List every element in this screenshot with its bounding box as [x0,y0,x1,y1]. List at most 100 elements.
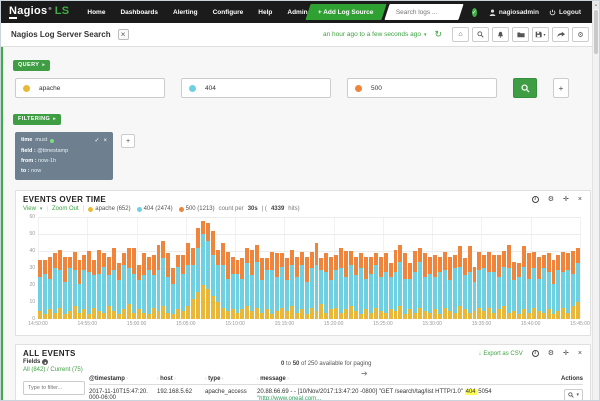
chart-bar[interactable] [310,217,314,319]
nav-item-admin[interactable]: Admin [287,9,307,16]
chart-bar[interactable] [221,217,225,319]
chart-bar[interactable] [97,217,101,319]
chart-bar[interactable] [142,217,146,319]
chart-bar[interactable] [305,217,309,319]
chart-bar[interactable] [87,217,91,319]
chart-bar[interactable] [186,217,190,319]
fields-all-link[interactable]: All (842) [23,367,45,373]
chart-bar[interactable] [537,217,541,319]
chart-bar[interactable] [556,217,560,319]
fields-current-link[interactable]: Current (75) [50,367,82,373]
referrer-link[interactable]: "http://www.oneal.com... [257,396,529,401]
chart-bar[interactable] [275,217,279,319]
chart-bar[interactable] [290,217,294,319]
logout-button[interactable]: Logout [549,9,581,16]
column-header-message[interactable]: ‹ message › [257,376,533,382]
chart-bar[interactable] [270,217,274,319]
chart-bar[interactable] [542,217,546,319]
chart-bar[interactable] [315,217,319,319]
info-icon[interactable]: i [532,196,539,203]
chart-bar[interactable] [127,217,131,319]
chart-bar[interactable] [507,217,511,319]
chart-bar[interactable] [433,217,437,319]
apply-filter-icon[interactable]: ✓ [94,136,99,147]
chart-bar[interactable] [394,217,398,319]
row-actions-button[interactable]: ▾ [564,389,583,401]
chart-bar[interactable] [78,217,82,319]
chart-bar[interactable] [408,217,412,319]
chart-bar[interactable] [354,217,358,319]
chart-bar[interactable] [428,217,432,319]
chart-bar[interactable] [181,217,185,319]
share-button[interactable] [552,27,569,42]
search-button-toolbar[interactable] [472,27,489,42]
chart-bar[interactable] [448,217,452,319]
chart-bar[interactable] [571,217,575,319]
chart-bar[interactable] [157,217,161,319]
close-panel-icon[interactable]: × [578,196,582,203]
legend-item-500[interactable]: 500 (1213) [179,206,215,212]
add-log-source-button[interactable]: + Add Log Source [305,4,386,20]
chart-bar[interactable] [280,217,284,319]
chart-bar[interactable] [58,217,62,319]
time-filter-card[interactable]: time must ✓ × field : @timestampfrom : n… [15,132,113,180]
chart-bar[interactable] [236,217,240,319]
chart-bar[interactable] [532,217,536,319]
field-filter-input[interactable] [23,381,85,395]
load-button[interactable] [512,27,529,42]
chart-bar[interactable] [245,217,249,319]
chart-bar[interactable] [398,217,402,319]
chart-bar[interactable] [522,217,526,319]
chart-bar[interactable] [191,217,195,319]
next-page-icon[interactable]: ➔ [361,370,368,378]
zoom-out-link[interactable]: Zoom Out [52,206,79,212]
query-color-dot[interactable] [189,85,196,92]
chart-bar[interactable] [566,217,570,319]
chart-bar[interactable] [48,217,52,319]
nav-item-help[interactable]: Help [258,9,272,16]
column-header-host[interactable]: ‹ host › [157,376,205,382]
chart-bar[interactable] [413,217,417,319]
close-tab-button[interactable]: × [118,29,129,40]
search-logs-input[interactable] [394,8,454,17]
home-button[interactable]: ⌂ [452,27,469,42]
chart-bar[interactable] [285,217,289,319]
add-filter-button[interactable]: + [121,134,135,148]
chart-bar[interactable] [324,217,328,319]
chart-bar[interactable] [339,217,343,319]
info-icon[interactable]: i [532,350,539,357]
chart-bar[interactable] [547,217,551,319]
chart-bar[interactable] [473,217,477,319]
alert-button[interactable] [492,27,509,42]
chart-bar[interactable] [334,217,338,319]
chart-bar[interactable] [492,217,496,319]
nav-item-dashboards[interactable]: Dashboards [120,9,158,16]
chart-bar[interactable] [152,217,156,319]
fields-settings-icon[interactable]: ● [42,359,48,365]
save-button[interactable]: ▾ [532,27,549,42]
column-header-timestamp[interactable]: @timestamp › [89,376,157,382]
filter-enabled-icon[interactable] [50,139,54,143]
scroll-up-icon[interactable]: ▲ [593,1,599,9]
chart-bar[interactable] [137,217,141,319]
chart-bar[interactable] [102,217,106,319]
user-menu[interactable]: nagiosadmin [489,9,539,16]
chart-bar[interactable] [92,217,96,319]
legend-item-404[interactable]: 404 (2474) [137,206,173,212]
chart-bar[interactable] [423,217,427,319]
nagios-logo[interactable]: Nagios®LS [9,5,69,19]
query-color-dot[interactable] [355,85,362,92]
move-panel-icon[interactable]: ✛ [563,196,569,203]
close-panel-icon[interactable]: × [578,350,582,357]
chart-bar[interactable] [176,217,180,319]
chart-bar[interactable] [250,217,254,319]
view-menu[interactable]: View [23,206,36,212]
nav-item-home[interactable]: Home [87,9,105,16]
query-section-toggle[interactable]: QUERY▸ [13,60,50,71]
chart-bar[interactable] [369,217,373,319]
chart-bar[interactable] [240,217,244,319]
chart-bar[interactable] [418,217,422,319]
chart-bar[interactable] [561,217,565,319]
vertical-scrollbar[interactable]: ▲ [592,1,599,400]
chart-bar[interactable] [295,217,299,319]
